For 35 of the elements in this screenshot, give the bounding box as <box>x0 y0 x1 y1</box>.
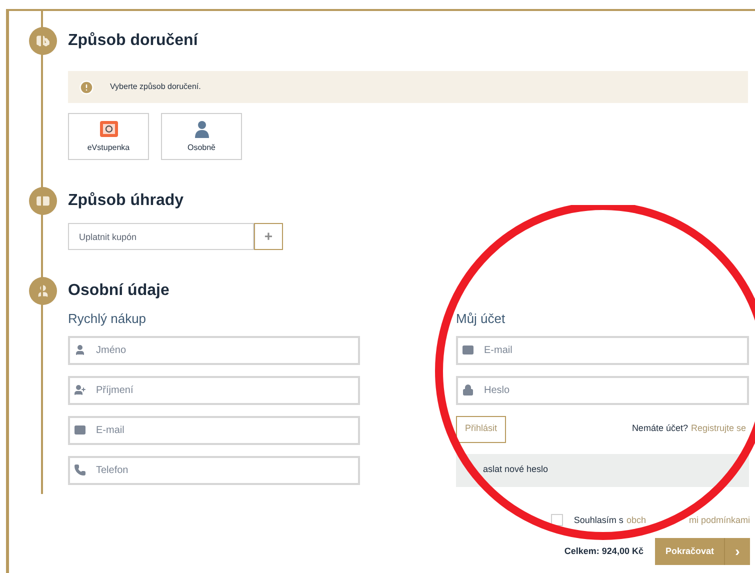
alert-text: Vyberte způsob doručení. <box>110 81 201 93</box>
ticket-icon <box>98 120 118 138</box>
coupon-field[interactable]: Uplatnit kupón <box>68 223 254 250</box>
delivery-option[interactable]: eVstupenka <box>68 113 149 160</box>
total-price: Celkem: 924,00 Kč <box>564 544 644 558</box>
input-field[interactable]: Telefon <box>68 456 360 484</box>
warning-icon <box>79 80 94 94</box>
no-account-text: Nemáte účet? <box>632 422 688 436</box>
terms-link[interactable]: obch <box>626 514 646 527</box>
mail-icon <box>74 424 86 436</box>
add-coupon-button[interactable]: + <box>254 223 283 250</box>
subheading: Můj účet <box>456 310 506 328</box>
section-heading: Osobní údaje <box>68 281 170 301</box>
person-icon <box>194 120 210 138</box>
login-button[interactable]: Přihlásit <box>456 416 506 442</box>
terms-link[interactable]: mi podmínkami <box>688 514 750 527</box>
checkbox[interactable] <box>550 514 563 526</box>
section-heading: Způsob doručení <box>68 31 198 51</box>
input-field[interactable]: Příjmení <box>68 376 360 404</box>
input-field[interactable]: Heslo <box>456 376 749 404</box>
reset-password-link[interactable]: aslat nové heslo <box>483 463 548 477</box>
section-heading: Způsob úhrady <box>68 191 184 211</box>
phone-icon <box>74 464 86 476</box>
delivery-option[interactable]: Osobně <box>161 113 242 160</box>
lock-icon <box>462 384 474 396</box>
register-link[interactable]: Registrujte se <box>690 422 746 436</box>
subheading: Rychlý nákup <box>68 310 148 328</box>
input-field[interactable]: Jméno <box>68 336 360 364</box>
reset-password-bar[interactable]: aslat nové heslo <box>456 454 749 486</box>
continue-button[interactable]: Pokračovat › <box>655 538 750 565</box>
input-field[interactable]: E-mail <box>456 336 749 364</box>
input-field[interactable]: E-mail <box>68 416 360 444</box>
user-plus-icon <box>74 384 86 396</box>
terms-text: Souhlasím s <box>574 514 624 526</box>
mail-icon <box>462 344 474 356</box>
